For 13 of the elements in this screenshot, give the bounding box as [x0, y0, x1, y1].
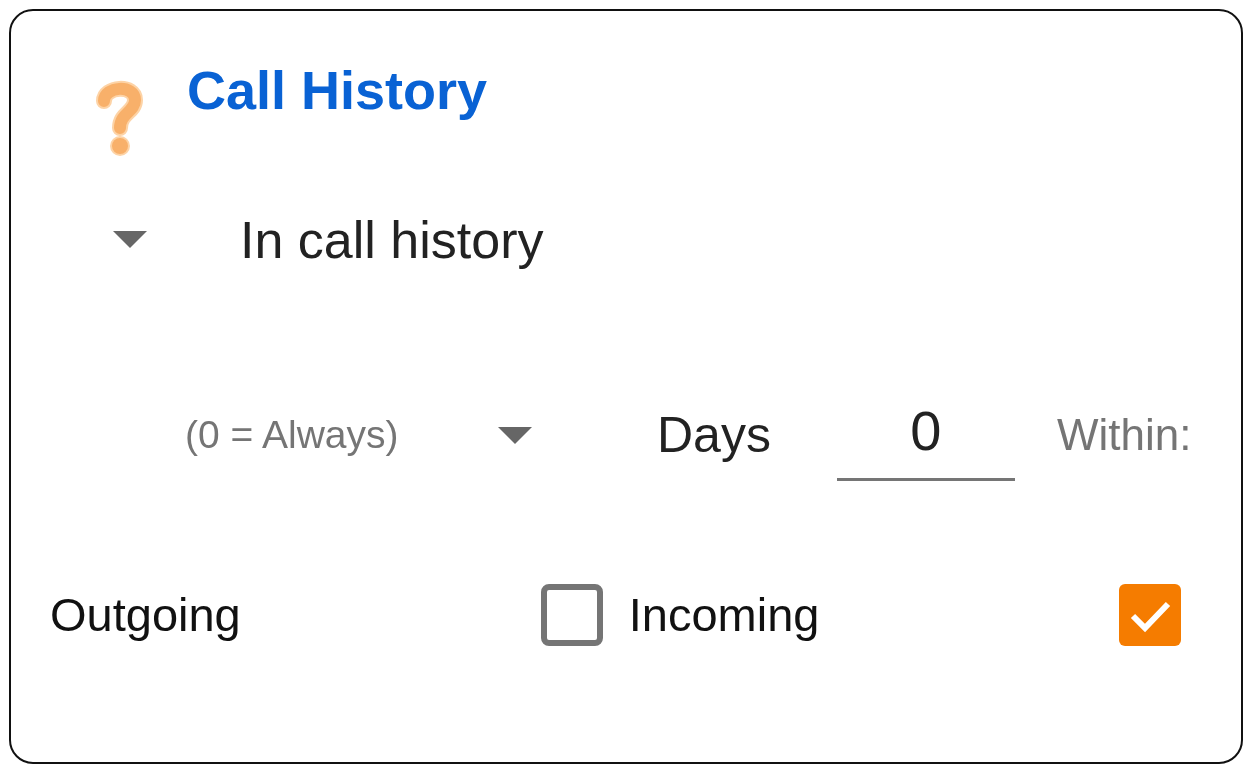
checkbox-label: Incoming — [628, 586, 820, 643]
caret-icon — [498, 426, 532, 444]
checkbox[interactable] — [1119, 584, 1182, 646]
unit-dropdown[interactable]: Days — [498, 405, 771, 465]
days-input[interactable]: 0 — [836, 395, 1015, 481]
checkbox-label: Outgoing — [50, 586, 241, 643]
section-title: Call History — [187, 59, 488, 122]
help-icon — [95, 79, 143, 157]
hint-text: (0 = Always) — [185, 411, 400, 458]
history-dropdown[interactable]: In call history — [113, 208, 544, 272]
caret-icon — [113, 231, 147, 249]
field-label: Within: — [1056, 408, 1192, 461]
checkbox[interactable] — [540, 584, 603, 646]
